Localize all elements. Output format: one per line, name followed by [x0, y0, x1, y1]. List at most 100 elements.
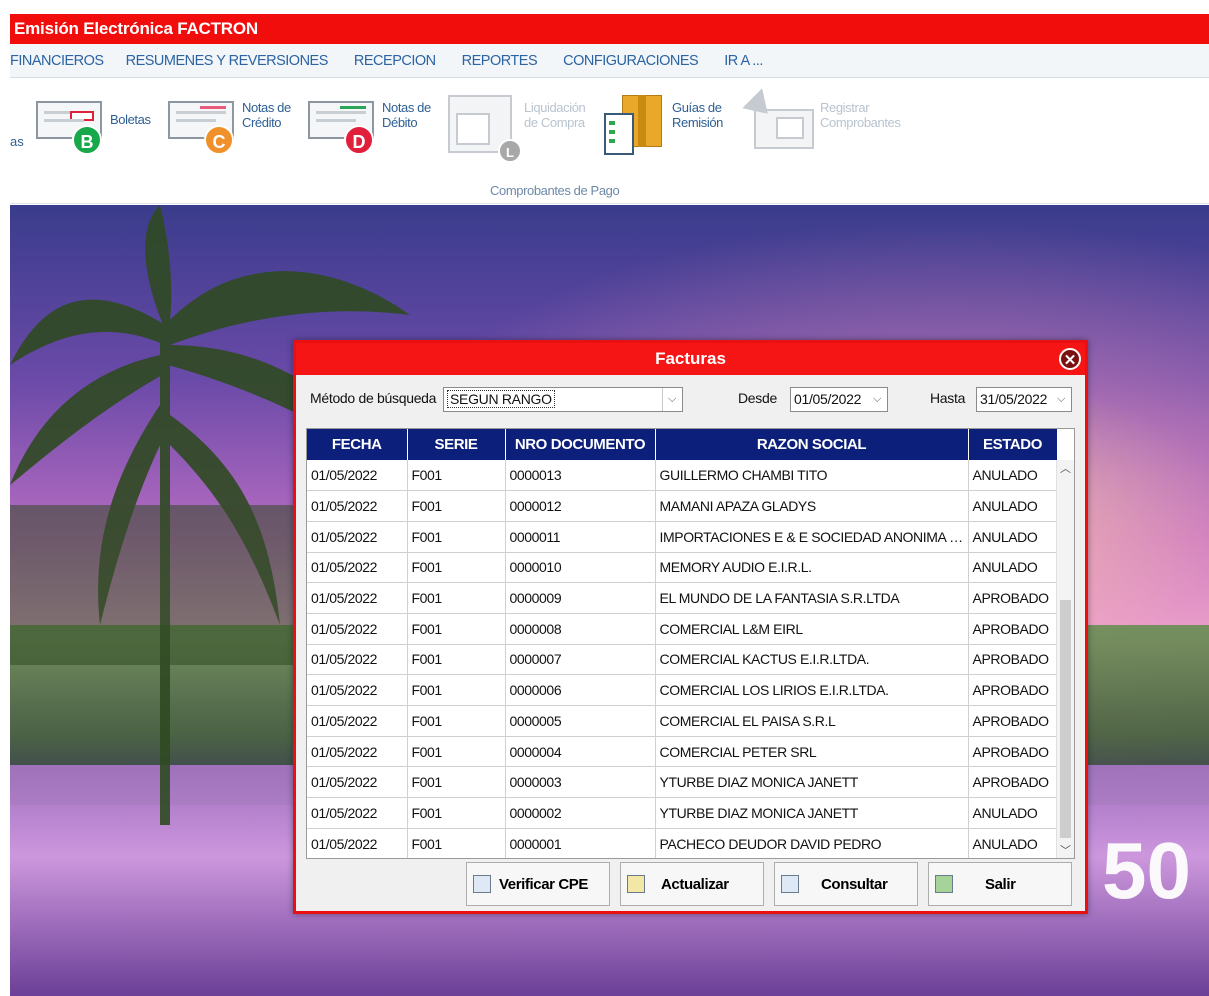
cell-razon-social: GUILLERMO CHAMBI TITO — [655, 460, 969, 492]
cell-razon-social: COMERCIAL EL PAISA S.R.L — [655, 705, 969, 737]
cell-estado: ANULADO — [968, 552, 1058, 584]
guias-remision-button[interactable]: Guías de Remisión — [604, 95, 723, 155]
cell-serie: F001 — [407, 705, 506, 737]
table-row[interactable]: 01/05/2022 F001 0000013 GUILLERMO CHAMBI TI… — [307, 460, 1058, 492]
cell-fecha: 01/05/2022 — [307, 552, 408, 584]
close-icon[interactable]: ✕ — [1059, 348, 1081, 370]
table-row[interactable]: 01/05/2022 F001 0000004 COMERCIAL PETER SRL… — [307, 736, 1058, 768]
table-row[interactable]: 01/05/2022 F001 0000002 YTURBE DIAZ MONICA … — [307, 797, 1058, 829]
cell-fecha: 01/05/2022 — [307, 674, 408, 706]
actualizar-button[interactable]: Actualizar — [620, 862, 764, 906]
menu-financieros[interactable]: FINANCIEROS — [10, 53, 104, 69]
dialog-titlebar: Facturas ✕ — [296, 343, 1085, 375]
cell-nro-documento: 0000013 — [505, 460, 656, 492]
ribbon: as B Boletas C Notas de Crédito D Notas … — [10, 78, 1209, 204]
cell-estado: ANULADO — [968, 828, 1058, 858]
consultar-button[interactable]: Consultar — [774, 862, 918, 906]
table-row[interactable]: 01/05/2022 F001 0000003 YTURBE DIAZ MONICA … — [307, 766, 1058, 799]
from-date-picker[interactable]: 01/05/2022 ⌵ — [790, 387, 888, 412]
cell-estado: ANULADO — [968, 490, 1058, 522]
cell-razon-social: COMERCIAL LOS LIRIOS E.I.R.LTDA. — [655, 674, 969, 706]
cell-estado: APROBADO — [968, 736, 1058, 768]
column-header-nro-documento[interactable]: NRO DOCUMENTO — [505, 429, 656, 460]
cell-serie: F001 — [407, 797, 506, 829]
cell-razon-social: COMERCIAL KACTUS E.I.R.LTDA. — [655, 644, 969, 676]
menu-reportes[interactable]: REPORTES — [462, 53, 538, 69]
cell-razon-social: IMPORTACIONES E & E SOCIEDAD ANONIMA C..… — [655, 521, 969, 553]
notas-debito-line1: Notas de — [382, 100, 431, 115]
table-row[interactable]: 01/05/2022 F001 0000012 MAMANI APAZA GLADYS… — [307, 490, 1058, 522]
notas-debito-icon: D — [308, 95, 378, 155]
cell-nro-documento: 0000011 — [505, 521, 656, 553]
chevron-down-icon: ⌵ — [872, 393, 882, 405]
notas-credito-button[interactable]: C Notas de Crédito — [168, 95, 291, 155]
cell-serie: F001 — [407, 552, 506, 584]
cell-estado: ANULADO — [968, 460, 1058, 492]
cell-fecha: 01/05/2022 — [307, 736, 408, 768]
menu-resumenes[interactable]: RESUMENES Y REVERSIONES — [126, 53, 329, 69]
cell-razon-social: COMERCIAL PETER SRL — [655, 736, 969, 768]
table-row[interactable]: 01/05/2022 F001 0000007 COMERCIAL KACTUS E.… — [307, 644, 1058, 676]
search-method-value: SEGUN RANGO — [447, 390, 555, 408]
cell-nro-documento: 0000003 — [505, 766, 656, 799]
cell-nro-documento: 0000004 — [505, 736, 656, 768]
notas-debito-button[interactable]: D Notas de Débito — [308, 95, 431, 155]
notas-credito-line2: Crédito — [242, 115, 282, 130]
column-header-estado[interactable]: ESTADO — [968, 429, 1058, 460]
scroll-down-icon[interactable]: ﹀ — [1057, 842, 1074, 858]
scroll-up-icon[interactable]: ︿ — [1057, 460, 1074, 478]
salir-button[interactable]: Salir — [928, 862, 1072, 906]
liquidacion-line2: de Compra — [524, 115, 585, 130]
filter-bar: Método de búsqueda SEGUN RANGO ⌵ Desde 0… — [296, 375, 1085, 427]
to-date-picker[interactable]: 31/05/2022 ⌵ — [976, 387, 1072, 412]
ribbon-group-label: Comprobantes de Pago — [490, 183, 620, 198]
scrollbar-thumb[interactable] — [1060, 600, 1071, 838]
table-row[interactable]: 01/05/2022 F001 0000010 MEMORY AUDIO E.I.R.… — [307, 552, 1058, 584]
cell-serie: F001 — [407, 644, 506, 676]
edit-icon — [627, 875, 645, 893]
liquidacion-compra-button[interactable]: L Liquidación de Compra — [448, 95, 586, 163]
table-row[interactable]: 01/05/2022 F001 0000005 COMERCIAL EL PAISA … — [307, 705, 1058, 737]
verify-icon — [473, 875, 491, 893]
table-scrollbar[interactable]: ︿ ﹀ — [1056, 460, 1074, 858]
table-row[interactable]: 01/05/2022 F001 0000009 EL MUNDO DE LA FANT… — [307, 582, 1058, 614]
cell-fecha: 01/05/2022 — [307, 460, 408, 492]
menu-configuraciones[interactable]: CONFIGURACIONES — [563, 53, 699, 69]
cell-serie: F001 — [407, 736, 506, 768]
cell-serie: F001 — [407, 490, 506, 522]
cell-serie: F001 — [407, 582, 506, 614]
menu-recepcion[interactable]: RECEPCION — [354, 53, 436, 69]
column-header-razon-social[interactable]: RAZON SOCIAL — [655, 429, 969, 460]
guias-line1: Guías de — [672, 100, 722, 115]
liquidacion-line1: Liquidación — [524, 100, 586, 115]
cell-razon-social: MAMANI APAZA GLADYS — [655, 490, 969, 522]
cell-serie: F001 — [407, 613, 506, 645]
cell-estado: APROBADO — [968, 674, 1058, 706]
registrar-comprobantes-button[interactable]: Registrar Comprobantes — [742, 88, 901, 153]
to-label: Hasta — [930, 390, 966, 406]
table-row[interactable]: 01/05/2022 F001 0000011 IMPORTACIONES E & E… — [307, 521, 1058, 553]
cell-nro-documento: 0000005 — [505, 705, 656, 737]
chevron-down-icon: ⌵ — [1056, 393, 1066, 405]
chevron-down-icon: ⌵ — [667, 393, 677, 405]
consultar-label: Consultar — [821, 875, 888, 893]
menu-ir-a[interactable]: IR A ... — [724, 53, 763, 69]
cell-nro-documento: 0000006 — [505, 674, 656, 706]
table-row[interactable]: 01/05/2022 F001 0000006 COMERCIAL LOS LIRIO… — [307, 674, 1058, 706]
column-header-fecha[interactable]: FECHA — [307, 429, 408, 460]
table-row[interactable]: 01/05/2022 F001 0000001 PACHECO DEUDOR DAVI… — [307, 828, 1058, 858]
guias-line2: Remisión — [672, 115, 723, 130]
guias-remision-icon — [604, 95, 668, 155]
facturas-dialog: Facturas ✕ Método de búsqueda SEGUN RANG… — [293, 340, 1088, 914]
cell-nro-documento: 0000008 — [505, 613, 656, 645]
search-method-select[interactable]: SEGUN RANGO ⌵ — [443, 387, 683, 412]
column-header-serie[interactable]: SERIE — [407, 429, 506, 460]
dialog-title: Facturas — [655, 349, 726, 368]
cell-fecha: 01/05/2022 — [307, 705, 408, 737]
cell-nro-documento: 0000001 — [505, 828, 656, 858]
registrar-line1: Registrar — [820, 100, 870, 115]
table-row[interactable]: 01/05/2022 F001 0000008 COMERCIAL L&M EIRL A… — [307, 613, 1058, 645]
registrar-icon — [742, 88, 816, 153]
verificar-cpe-button[interactable]: Verificar CPE — [466, 862, 610, 906]
boletas-button[interactable]: B Boletas — [36, 95, 151, 155]
